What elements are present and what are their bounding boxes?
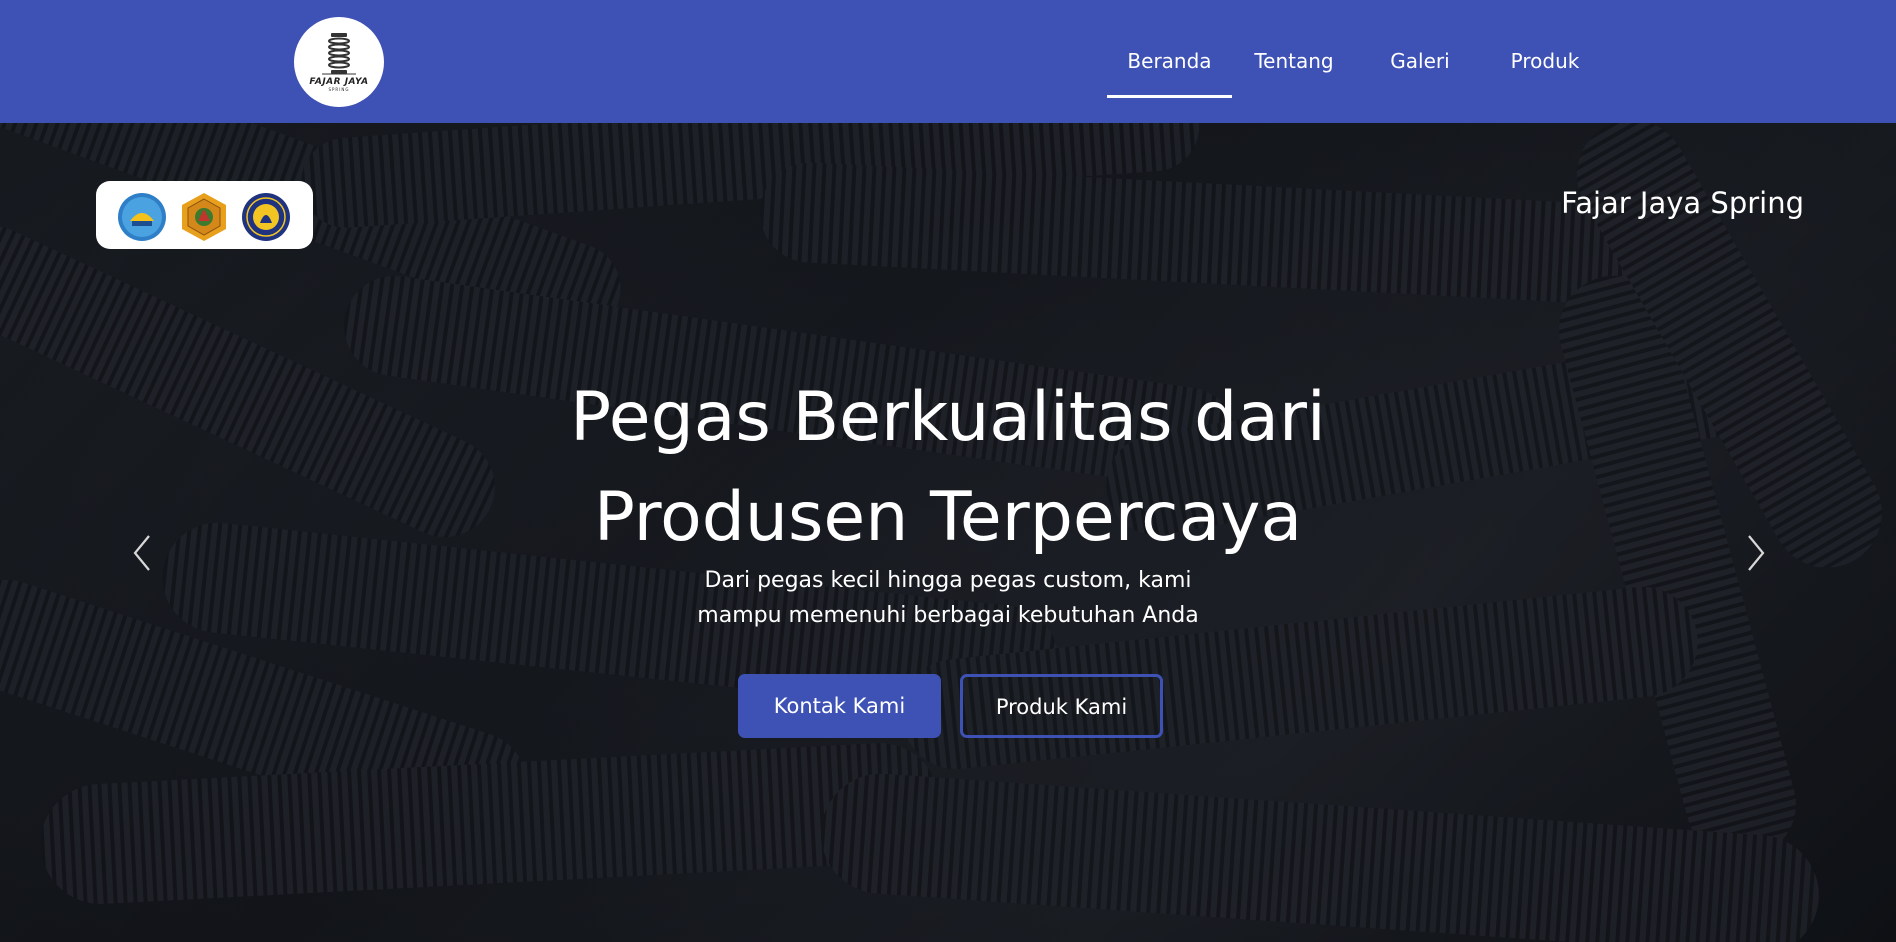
contact-button[interactable]: Kontak Kami [738,674,941,738]
subline-line-2: mampu memenuhi berbagai kebutuhan Anda [697,603,1199,628]
nav-produk[interactable]: Produk [1495,46,1595,76]
nav-galeri[interactable]: Galeri [1370,46,1470,76]
nav-tentang[interactable]: Tentang [1244,46,1344,76]
chevron-left-icon[interactable] [127,528,157,578]
spring-icon [322,33,356,75]
hero-carousel: Fajar Jaya Spring Pegas Berkualitas dari… [0,123,1896,942]
partner-logos [96,181,313,249]
headline-line-1: Pegas Berkualitas dari [570,378,1326,457]
top-navbar: FAJAR JAYA SPRING Beranda Tentang Galeri… [0,0,1896,123]
logo-sub: SPRING [328,87,350,92]
hero-headline: Pegas Berkualitas dari Produsen Terperca… [448,368,1448,568]
products-button[interactable]: Produk Kami [960,674,1163,738]
university-seal-logo [182,193,226,241]
tut-wuri-handayani-logo [118,193,166,241]
chevron-right-icon[interactable] [1741,528,1771,578]
brand-name: Fajar Jaya Spring [1561,186,1804,220]
nav-beranda[interactable]: Beranda [1107,46,1232,98]
subline-line-1: Dari pegas kecil hingga pegas custom, ka… [704,568,1192,593]
company-logo[interactable]: FAJAR JAYA SPRING [294,17,384,107]
headline-line-2: Produsen Terpercaya [593,478,1303,557]
hero-subline: Dari pegas kecil hingga pegas custom, ka… [598,563,1298,633]
logo-name: FAJAR JAYA [309,77,369,87]
university-emblem-logo [242,193,290,241]
